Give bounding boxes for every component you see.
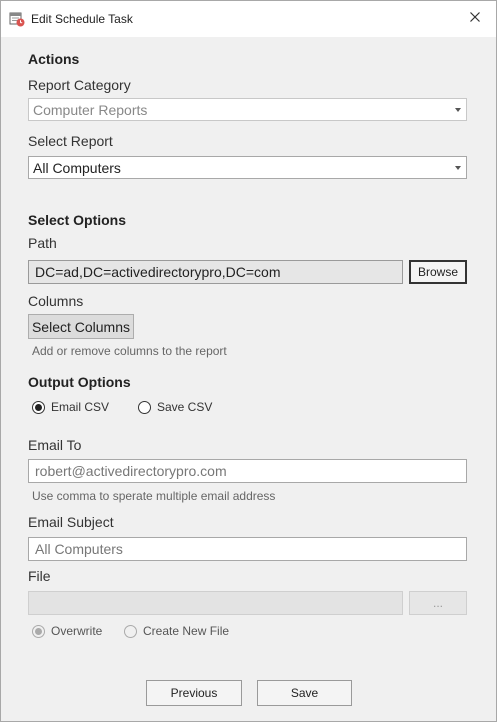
email-csv-label: Email CSV <box>51 400 110 414</box>
report-category-value: Computer Reports <box>33 102 148 118</box>
output-options-heading: Output Options <box>28 374 131 390</box>
chevron-down-icon <box>455 166 461 170</box>
calendar-clock-icon <box>9 11 25 27</box>
overwrite-radio[interactable]: Overwrite <box>32 624 102 638</box>
columns-hint: Add or remove columns to the report <box>32 344 227 358</box>
previous-button-label: Previous <box>170 686 218 700</box>
create-new-file-label: Create New File <box>143 624 230 638</box>
report-category-label: Report Category <box>28 77 131 93</box>
file-input[interactable] <box>28 591 403 615</box>
select-report-dropdown[interactable]: All Computers <box>28 156 467 179</box>
file-label: File <box>28 568 51 584</box>
save-button[interactable]: Save <box>257 680 352 706</box>
email-subject-label: Email Subject <box>28 514 114 530</box>
save-csv-label: Save CSV <box>157 400 213 414</box>
email-to-input[interactable]: robert@activedirectorypro.com <box>28 459 467 483</box>
path-value: DC=ad,DC=activedirectorypro,DC=com <box>35 264 281 280</box>
email-csv-radio[interactable]: Email CSV <box>32 400 109 414</box>
window-title: Edit Schedule Task <box>31 12 133 26</box>
path-field[interactable]: DC=ad,DC=activedirectorypro,DC=com <box>28 260 403 284</box>
title-bar: Edit Schedule Task <box>1 1 496 37</box>
create-new-file-radio[interactable]: Create New File <box>124 624 229 638</box>
radio-checked-icon <box>32 624 45 638</box>
select-options-heading: Select Options <box>28 212 127 228</box>
browse-button[interactable]: Browse <box>409 260 467 284</box>
select-report-value: All Computers <box>33 160 121 176</box>
chevron-down-icon <box>455 108 461 112</box>
email-hint: Use comma to sperate multiple email addr… <box>32 489 276 503</box>
email-to-value: robert@activedirectorypro.com <box>35 463 227 479</box>
file-browse-button[interactable]: ... <box>409 591 467 615</box>
select-columns-button-label: Select Columns <box>31 318 131 335</box>
select-columns-button[interactable]: Select Columns <box>28 314 134 339</box>
overwrite-label: Overwrite <box>51 624 103 638</box>
columns-label: Columns <box>28 293 84 309</box>
report-category-dropdown[interactable]: Computer Reports <box>28 98 467 121</box>
email-subject-value: All Computers <box>35 541 123 557</box>
close-button[interactable] <box>462 7 488 29</box>
radio-unchecked-icon <box>124 624 137 638</box>
previous-button[interactable]: Previous <box>146 680 242 706</box>
path-label: Path <box>28 235 57 251</box>
radio-checked-icon <box>32 400 45 414</box>
save-csv-radio[interactable]: Save CSV <box>138 400 212 414</box>
save-button-label: Save <box>290 686 319 700</box>
close-icon <box>470 9 480 27</box>
file-browse-button-label: ... <box>432 596 443 610</box>
actions-heading: Actions <box>28 51 80 67</box>
select-report-label: Select Report <box>28 133 113 149</box>
email-to-label: Email To <box>28 437 82 453</box>
browse-button-label: Browse <box>417 265 458 279</box>
email-subject-input[interactable]: All Computers <box>28 537 467 561</box>
radio-unchecked-icon <box>138 400 151 414</box>
edit-schedule-task-dialog: Edit Schedule Task Actions Report Catego… <box>0 0 497 722</box>
